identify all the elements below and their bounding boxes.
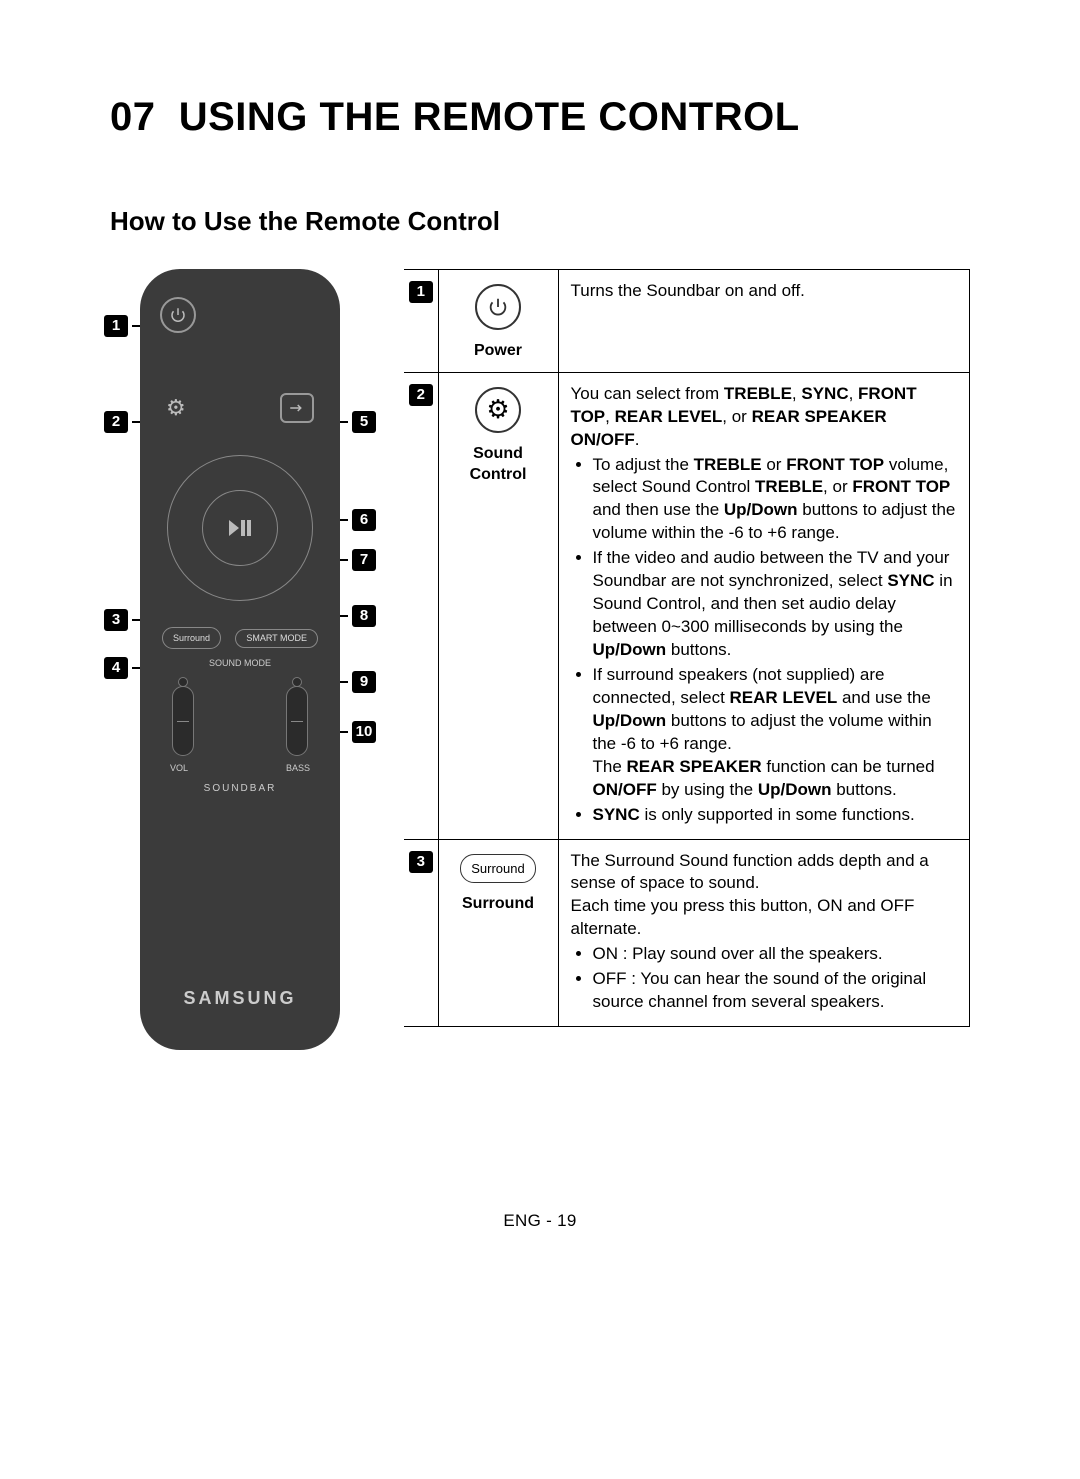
remote-diagram: 1 2 3 4 5 6 7 8 9 10 ⚙ — [110, 269, 370, 1050]
volume-rocker — [172, 686, 194, 756]
table-row: 1 Power Turns the Soundbar on and off. — [404, 270, 970, 373]
list-item: ON : Play sound over all the speakers. — [593, 943, 958, 966]
table-row: 3 Surround Surround The Surround Sound f… — [404, 839, 970, 1027]
row-icon-cell: ⚙ Sound Control — [438, 372, 558, 839]
page-title: 07 USING THE REMOTE CONTROL — [110, 90, 970, 144]
navigation-wheel — [167, 455, 313, 601]
play-pause-icon — [202, 490, 278, 566]
row-description: Turns the Soundbar on and off. — [558, 270, 970, 373]
vol-label: VOL — [170, 762, 188, 774]
surround-pill-icon: Surround — [460, 854, 535, 884]
sound-mode-label: SOUND MODE — [160, 659, 320, 668]
section-subtitle: How to Use the Remote Control — [110, 204, 970, 239]
smart-mode-button: SMART MODE — [235, 629, 318, 648]
row-icon-cell: Surround Surround — [438, 839, 558, 1027]
table-row: 2 ⚙ Sound Control You can select from TR… — [404, 372, 970, 839]
bass-label: BASS — [286, 762, 310, 774]
gear-icon: ⚙ — [166, 393, 186, 423]
chapter-number: 07 — [110, 95, 156, 139]
row-number: 2 — [404, 372, 438, 839]
remote-body: ⚙ Surround SMART MODE SOUND MODE VOL — [140, 269, 340, 1050]
list-item: OFF : You can hear the sound of the orig… — [593, 968, 958, 1014]
chapter-title: USING THE REMOTE CONTROL — [179, 95, 800, 139]
row-icon-cell: Power — [438, 270, 558, 373]
row-number: 1 — [404, 270, 438, 373]
row-number: 3 — [404, 839, 438, 1027]
power-icon — [160, 297, 196, 333]
source-icon — [280, 393, 314, 423]
row-icon-label: Surround — [447, 893, 550, 915]
list-item: If surround speakers (not supplied) are … — [593, 664, 958, 802]
list-item: To adjust the TREBLE or FRONT TOP volume… — [593, 454, 958, 546]
row-icon-label: Sound Control — [447, 443, 550, 486]
surround-button: Surround — [162, 627, 221, 649]
list-item: SYNC is only supported in some functions… — [593, 804, 958, 827]
page-footer: ENG - 19 — [110, 1210, 970, 1233]
power-icon — [475, 284, 521, 330]
row-description: The Surround Sound function adds depth a… — [558, 839, 970, 1027]
row-description: You can select from TREBLE, SYNC, FRONT … — [558, 372, 970, 839]
gear-icon: ⚙ — [475, 387, 521, 433]
samsung-logo: SAMSUNG — [160, 986, 320, 1010]
row-icon-label: Power — [447, 340, 550, 362]
list-item: If the video and audio between the TV an… — [593, 547, 958, 662]
bass-rocker — [286, 686, 308, 756]
button-description-table: 1 Power Turns the Soundbar on and off. 2… — [404, 269, 970, 1027]
soundbar-label: SOUNDBAR — [160, 782, 320, 796]
